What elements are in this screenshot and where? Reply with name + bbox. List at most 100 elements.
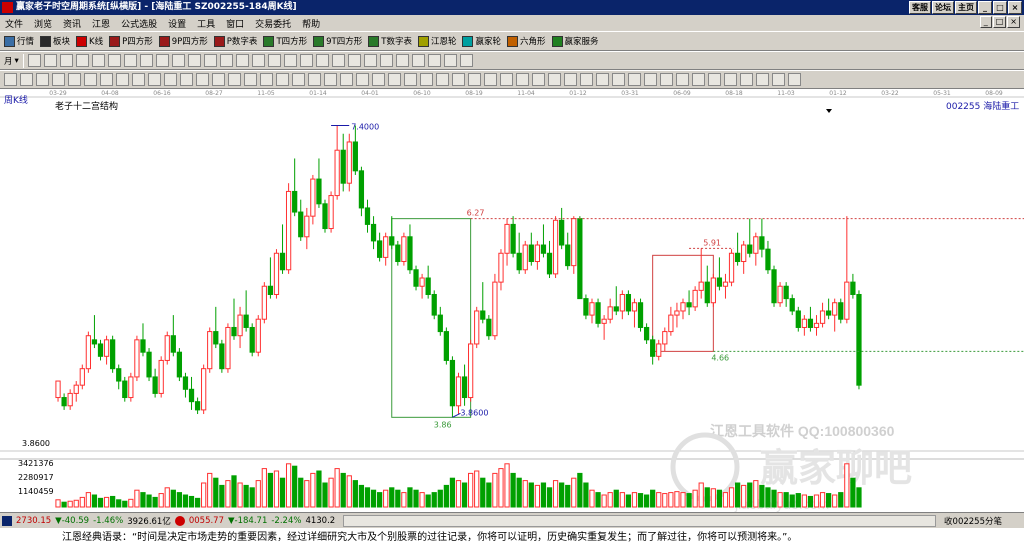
- analysis-tool-icon[interactable]: [388, 73, 401, 86]
- menu-gann[interactable]: 江恩: [91, 17, 111, 30]
- analysis-tool-icon[interactable]: [180, 73, 193, 86]
- analysis-tool-icon[interactable]: [724, 73, 737, 86]
- draw-tool-icon[interactable]: [315, 54, 329, 67]
- draw-tool-icon[interactable]: [427, 54, 441, 67]
- draw-tool-icon[interactable]: [283, 54, 297, 67]
- analysis-tool-icon[interactable]: [84, 73, 97, 86]
- analysis-tool-icon[interactable]: [324, 73, 337, 86]
- draw-tool-icon[interactable]: [251, 54, 265, 67]
- toolbar-blocks-button[interactable]: 板块: [40, 35, 70, 47]
- toolbar-service-button[interactable]: 赢家服务: [551, 35, 599, 47]
- analysis-tool-icon[interactable]: [132, 73, 145, 86]
- analysis-tool-icon[interactable]: [100, 73, 113, 86]
- analysis-tool-icon[interactable]: [212, 73, 225, 86]
- menu-browse[interactable]: 浏览: [33, 17, 53, 30]
- draw-tool-icon[interactable]: [443, 54, 457, 67]
- draw-tool-icon[interactable]: [75, 54, 89, 67]
- forum-button[interactable]: 论坛: [932, 1, 954, 14]
- analysis-tool-icon[interactable]: [228, 73, 241, 86]
- analysis-tool-icon[interactable]: [740, 73, 753, 86]
- analysis-tool-icon[interactable]: [788, 73, 801, 86]
- menu-tools[interactable]: 工具: [196, 17, 216, 30]
- menu-settings[interactable]: 设置: [167, 17, 187, 30]
- menu-help[interactable]: 帮助: [301, 17, 321, 30]
- analysis-tool-icon[interactable]: [420, 73, 433, 86]
- analysis-tool-icon[interactable]: [580, 73, 593, 86]
- analysis-tool-icon[interactable]: [148, 73, 161, 86]
- draw-tool-icon[interactable]: [379, 54, 393, 67]
- analysis-tool-icon[interactable]: [308, 73, 321, 86]
- analysis-tool-icon[interactable]: [484, 73, 497, 86]
- draw-tool-icon[interactable]: [267, 54, 281, 67]
- menu-formula[interactable]: 公式选股: [120, 17, 158, 30]
- toolbar-grid-button[interactable]: 行情: [4, 35, 34, 47]
- scrollbar[interactable]: [343, 514, 937, 527]
- draw-tool-icon[interactable]: [139, 54, 153, 67]
- analysis-tool-icon[interactable]: [260, 73, 273, 86]
- analysis-tool-icon[interactable]: [404, 73, 417, 86]
- analysis-tool-icon[interactable]: [372, 73, 385, 86]
- minimize-icon[interactable]: _: [978, 1, 992, 14]
- close-icon[interactable]: ×: [1008, 1, 1022, 14]
- toolbar-table-p-button[interactable]: P数字表: [213, 35, 257, 47]
- toolbar-candle-button[interactable]: K线: [76, 35, 103, 47]
- draw-tool-icon[interactable]: [331, 54, 345, 67]
- dropdown-arrow-icon[interactable]: [826, 109, 832, 113]
- draw-tool-icon[interactable]: [107, 54, 121, 67]
- analysis-tool-icon[interactable]: [692, 73, 705, 86]
- draw-tool-icon[interactable]: [123, 54, 137, 67]
- menu-trade[interactable]: 交易委托: [254, 17, 292, 30]
- toolbar-square-t-button[interactable]: T四方形: [263, 35, 307, 47]
- draw-tool-icon[interactable]: [235, 54, 249, 67]
- draw-tool-icon[interactable]: [459, 54, 473, 67]
- draw-tool-icon[interactable]: [43, 54, 57, 67]
- analysis-tool-icon[interactable]: [660, 73, 673, 86]
- mdi-close-icon[interactable]: ×: [1007, 16, 1020, 28]
- customer-service-button[interactable]: 客服: [909, 1, 931, 14]
- analysis-tool-icon[interactable]: [612, 73, 625, 86]
- analysis-tool-icon[interactable]: [20, 73, 33, 86]
- draw-tool-icon[interactable]: [363, 54, 377, 67]
- toolbar-table-t-button[interactable]: T数字表: [368, 35, 412, 47]
- draw-tool-icon[interactable]: [203, 54, 217, 67]
- maximize-icon[interactable]: □: [993, 1, 1007, 14]
- analysis-tool-icon[interactable]: [596, 73, 609, 86]
- analysis-tool-icon[interactable]: [756, 73, 769, 86]
- toolbar-square-9p-button[interactable]: 9P四方形: [158, 35, 208, 47]
- menu-file[interactable]: 文件: [4, 17, 24, 30]
- analysis-tool-icon[interactable]: [564, 73, 577, 86]
- analysis-tool-icon[interactable]: [4, 73, 17, 86]
- analysis-tool-icon[interactable]: [676, 73, 689, 86]
- analysis-tool-icon[interactable]: [628, 73, 641, 86]
- analysis-tool-icon[interactable]: [68, 73, 81, 86]
- draw-tool-icon[interactable]: [187, 54, 201, 67]
- toolbar-winner-wheel-button[interactable]: 赢家轮: [462, 35, 501, 47]
- kline-chart[interactable]: 03-29 04-08 06-16 08-27 11-05 01-14 04-01 06-10…: [0, 89, 1024, 512]
- homepage-button[interactable]: 主页: [955, 1, 977, 14]
- analysis-tool-icon[interactable]: [340, 73, 353, 86]
- analysis-tool-icon[interactable]: [436, 73, 449, 86]
- analysis-tool-icon[interactable]: [516, 73, 529, 86]
- menu-window[interactable]: 窗口: [225, 17, 245, 30]
- period-select[interactable]: 月 ▾: [4, 55, 19, 67]
- draw-tool-icon[interactable]: [395, 54, 409, 67]
- draw-tool-icon[interactable]: [171, 54, 185, 67]
- analysis-tool-icon[interactable]: [644, 73, 657, 86]
- draw-tool-icon[interactable]: [299, 54, 313, 67]
- analysis-tool-icon[interactable]: [244, 73, 257, 86]
- analysis-tool-icon[interactable]: [356, 73, 369, 86]
- analysis-tool-icon[interactable]: [468, 73, 481, 86]
- analysis-tool-icon[interactable]: [116, 73, 129, 86]
- analysis-tool-icon[interactable]: [500, 73, 513, 86]
- mdi-minimize-icon[interactable]: _: [979, 16, 992, 28]
- kline-chart-area[interactable]: 03-29 04-08 06-16 08-27 11-05 01-14 04-01 06-10…: [0, 89, 1024, 512]
- analysis-tool-icon[interactable]: [548, 73, 561, 86]
- analysis-tool-icon[interactable]: [276, 73, 289, 86]
- draw-tool-icon[interactable]: [27, 54, 41, 67]
- draw-tool-icon[interactable]: [411, 54, 425, 67]
- analysis-tool-icon[interactable]: [292, 73, 305, 86]
- draw-tool-icon[interactable]: [219, 54, 233, 67]
- analysis-tool-icon[interactable]: [164, 73, 177, 86]
- draw-tool-icon[interactable]: [59, 54, 73, 67]
- toolbar-gann-wheel-button[interactable]: 江恩轮: [417, 35, 456, 47]
